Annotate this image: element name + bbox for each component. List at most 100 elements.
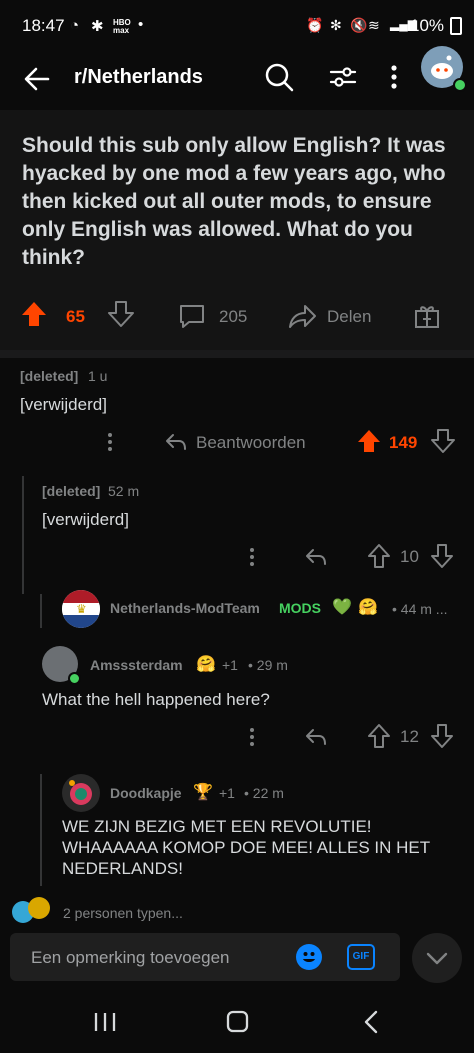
reply-icon	[306, 549, 326, 565]
typing-indicator: 2 personen typen...	[0, 893, 474, 931]
downvote-icon	[431, 544, 453, 568]
recent-apps-button[interactable]	[92, 1010, 118, 1034]
downvote-icon	[431, 429, 455, 453]
comment-author[interactable]: Amsssterdam	[90, 657, 183, 673]
comment-list: [deleted] 1 u [verwijderd] Beantwoorden …	[0, 358, 474, 888]
share-button[interactable]	[288, 302, 318, 330]
avatar[interactable]	[62, 774, 100, 812]
back-nav-button[interactable]	[360, 1009, 384, 1035]
home-button[interactable]	[225, 1009, 251, 1035]
avatar[interactable]	[42, 646, 81, 685]
wholesome-award-icon: 🤗	[358, 599, 378, 616]
collapse-button[interactable]	[412, 933, 462, 983]
award-button[interactable]	[413, 302, 441, 330]
reply-icon	[306, 729, 326, 745]
comment-composer[interactable]: Een opmerking toevoegen GIF	[10, 933, 400, 981]
award-count: +1	[219, 785, 235, 801]
wifi-icon: ≋	[368, 17, 380, 33]
comment-author[interactable]: Doodkapje	[110, 785, 182, 801]
comment-age: 52 m	[108, 483, 140, 499]
avatar[interactable]	[421, 46, 467, 92]
comment-age: • 22 m	[244, 785, 284, 801]
comment-menu-button[interactable]	[244, 725, 260, 749]
online-status-icon	[68, 672, 81, 685]
comment-upvote-button[interactable]	[356, 428, 382, 454]
search-icon	[265, 63, 294, 92]
downvote-icon	[108, 301, 134, 327]
wholesome-award-icon: 🤗	[196, 656, 216, 673]
chevron-left-icon	[364, 1010, 378, 1034]
helpful-award-icon: 🏆	[193, 784, 213, 801]
app-bar: r/Netherlands	[0, 46, 474, 110]
comment-upvote-button[interactable]	[367, 723, 391, 749]
comment-downvote-button[interactable]	[430, 428, 456, 454]
status-time: 18:47	[22, 16, 65, 35]
upvote-button[interactable]	[20, 300, 48, 328]
post-title: Should this sub only allow English? It w…	[22, 134, 446, 269]
gift-icon	[415, 306, 439, 328]
comment-body: [verwijderd]	[20, 395, 107, 414]
emoji-button[interactable]	[296, 944, 322, 970]
typing-avatar-icon	[28, 897, 50, 919]
snoovatar-icon	[69, 780, 92, 805]
typing-text: 2 personen typen...	[63, 905, 183, 921]
downvote-button[interactable]	[107, 300, 135, 328]
gif-button[interactable]: GIF	[347, 944, 375, 970]
post-vote-count: 65	[66, 307, 85, 326]
comment-input-placeholder[interactable]: Een opmerking toevoegen	[31, 948, 229, 968]
comment-menu-button[interactable]	[102, 430, 118, 454]
comment-vote-count: 149	[389, 433, 418, 452]
reply-label[interactable]: Beantwoorden	[196, 433, 306, 453]
chevron-down-icon	[426, 952, 448, 965]
comments-button[interactable]	[178, 303, 206, 329]
more-vertical-icon	[250, 548, 254, 566]
share-arrow-icon	[289, 305, 316, 328]
home-icon	[226, 1010, 249, 1033]
netherlands-flag-avatar: ♛	[62, 590, 100, 628]
comment-author[interactable]: [deleted]	[42, 483, 100, 499]
whatsapp-icon: ◔	[70, 17, 80, 34]
heart-award-icon: 💚	[332, 599, 352, 616]
overflow-menu-button[interactable]	[384, 62, 404, 92]
reply-icon	[166, 434, 186, 450]
comment-vote-count: 12	[400, 727, 419, 746]
comment-body: What the hell happened here?	[42, 690, 270, 709]
comment-downvote-button[interactable]	[430, 543, 454, 569]
comment-upvote-button[interactable]	[367, 543, 391, 569]
comment-age: • 29 m	[248, 657, 288, 673]
comment-downvote-button[interactable]	[430, 723, 454, 749]
comment-body: WE ZIJN BEZIG MET EEN REVOLUTIE! WHAAAAA…	[62, 817, 430, 878]
back-button[interactable]	[20, 62, 54, 96]
comment-bubble-icon	[180, 305, 204, 328]
comment-3-collapsed[interactable]: ♛ Netherlands-ModTeam MODS 💚 🤗 • 44 m ..…	[0, 588, 474, 634]
reply-button[interactable]	[304, 545, 328, 569]
upvote-icon	[368, 724, 390, 748]
reply-button[interactable]	[164, 430, 188, 454]
comment-2: [deleted] 52 m [verwijderd] 10	[0, 468, 474, 588]
sort-button[interactable]	[326, 60, 360, 94]
sliders-icon	[329, 67, 357, 87]
award-count: +1	[222, 657, 238, 673]
comment-count: 205	[219, 307, 248, 326]
post-card: Should this sub only allow English? It w…	[0, 110, 474, 350]
reply-button[interactable]	[304, 725, 328, 749]
status-bar: 18:47 ◔ ✱ HBO max • ⏰ ✻ 🔇 ≋ ▂▄▆ 10%	[0, 0, 474, 52]
battery-icon	[450, 17, 462, 35]
settings-icon: ✱	[91, 18, 104, 35]
notification-dot-icon: •	[138, 16, 144, 33]
share-label[interactable]: Delen	[327, 307, 371, 327]
search-button[interactable]	[262, 60, 296, 94]
coat-of-arms-icon: ♛	[76, 602, 87, 616]
comment-author[interactable]: [deleted]	[20, 368, 78, 384]
comment-5: Doodkapje 🏆 +1 • 22 m WE ZIJN BEZIG MET …	[0, 768, 474, 888]
comment-author[interactable]: Netherlands-ModTeam	[110, 600, 260, 616]
comment-menu-button[interactable]	[244, 545, 260, 569]
comment-body: [verwijderd]	[42, 510, 129, 529]
post-divider	[0, 350, 474, 358]
comment-age: • 44 m ...	[392, 601, 448, 617]
subreddit-title[interactable]: r/Netherlands	[74, 66, 203, 89]
upvote-icon	[368, 544, 390, 568]
upvote-filled-icon	[358, 430, 380, 452]
comment-age: 1 u	[88, 368, 108, 384]
comment-1: [deleted] 1 u [verwijderd] Beantwoorden …	[0, 358, 474, 468]
